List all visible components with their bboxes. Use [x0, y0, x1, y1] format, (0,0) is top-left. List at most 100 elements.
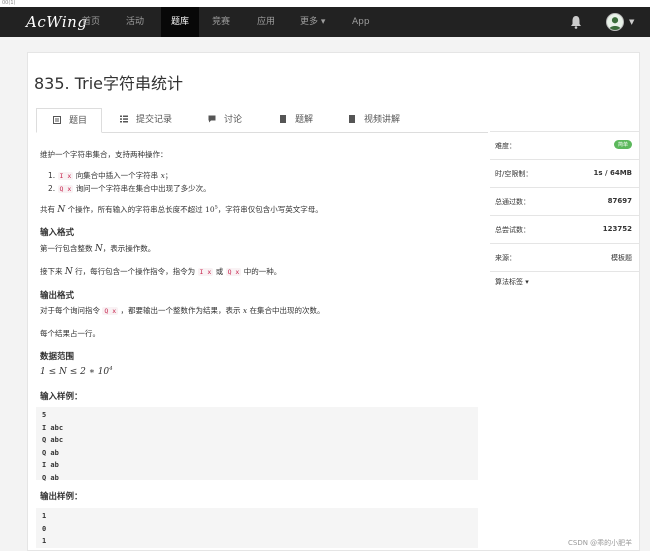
tab-label: 提交记录 — [136, 115, 173, 125]
total-constraint: 共有 N 个操作，所有输入的字符串总长度不超过 105，字符串仅包含小写英文字母… — [40, 204, 323, 216]
tab-video[interactable]: 视频讲解 — [348, 108, 400, 132]
text: ，表示操作数。 — [102, 244, 156, 253]
input-line-2: 接下来 N 行，每行包含一个操作指令，指令为 I x 或 Q x 中的一种。 — [40, 266, 281, 277]
text: 第一行包含整数 — [40, 244, 93, 253]
op-text: 询问一个字符串在集合中出现了多少次。 — [75, 184, 211, 193]
text: 对于每个询问指令 — [40, 306, 100, 315]
sidebar-row-difficulty: 难度： 简单 — [490, 131, 640, 158]
math-base: 10 — [205, 205, 215, 214]
tab-submissions[interactable]: 提交记录 — [120, 108, 172, 132]
code-line: Q ab — [42, 473, 59, 482]
text: 或 — [215, 267, 224, 276]
code-line: Q abc — [42, 436, 64, 444]
sidebar-label: 总尝试数： — [495, 226, 530, 234]
document-icon — [53, 116, 61, 124]
math-var: N — [64, 267, 73, 277]
sidebar-value: 1s / 64MB — [593, 169, 632, 177]
text: ，都要输出一个整数作为结果，表示 — [120, 306, 241, 315]
tab-discussion[interactable]: 讨论 — [208, 108, 242, 132]
tab-label: 视频讲解 — [364, 115, 401, 125]
page-title: 835. Trie字符串统计 — [34, 74, 184, 93]
tab-problem[interactable]: 题目 — [36, 108, 102, 133]
code-line: 1 — [42, 537, 47, 545]
sidebar-divider — [490, 271, 640, 272]
range-heading: 数据范围 — [40, 352, 75, 362]
output-line-2: 每个结果占一行。 — [40, 329, 100, 338]
input-heading: 输入格式 — [40, 228, 75, 238]
sidebar-label: 时/空限制： — [495, 170, 533, 178]
math-exponent: 4 — [109, 366, 113, 372]
range-expression: 1 ≤ N ≤ 2 ∗ 104 — [40, 366, 113, 377]
sidebar-row-tries: 总尝试数： 123752 — [490, 215, 640, 242]
text: 行，每行包含一个操作指令，指令为 — [75, 267, 196, 276]
input-line-1: 第一行包含整数 N，表示操作数。 — [40, 243, 155, 254]
comment-icon — [208, 115, 216, 123]
nav-problems[interactable]: 题库 — [161, 7, 200, 37]
output-line-1: 对于每个询问指令 Q x ，都要输出一个整数作为结果，表示 x 在集合中出现的次… — [40, 305, 325, 316]
code-line: I ab — [42, 461, 59, 469]
operation-query: 2. Q x 询问一个字符串在集合中出现了多少次。 — [48, 183, 211, 194]
code-inline: I x — [57, 172, 74, 180]
code-line: 5 — [42, 411, 47, 419]
code-inline: Q x — [102, 307, 119, 315]
nav-contest[interactable]: 竞赛 — [202, 7, 240, 37]
text: 中的一种。 — [243, 267, 282, 276]
sidebar-value: 模板题 — [611, 254, 632, 262]
tab-label: 题目 — [69, 116, 88, 126]
code-line: 0 — [42, 524, 47, 533]
avatar-image — [608, 17, 622, 30]
math-var: N — [57, 205, 66, 215]
video-icon — [349, 115, 355, 123]
top-strip: 00(1) — [0, 0, 650, 7]
operation-insert: 1. I x 向集合中插入一个字符串 x； — [48, 170, 172, 181]
text: 共有 — [40, 205, 55, 214]
code-inline: I x — [197, 268, 214, 276]
tab-label: 题解 — [295, 115, 314, 125]
text: 在集合中出现的次数。 — [249, 306, 325, 315]
algorithm-tags-toggle[interactable]: 算法标签 ▾ — [495, 277, 529, 287]
nav-more[interactable]: 更多 ▾ — [290, 7, 335, 37]
code-line: I abc — [42, 423, 64, 432]
sidebar-label: 来源： — [495, 254, 516, 262]
code-inline: Q x — [57, 185, 74, 193]
sample-input-block: 5 I abc Q abc Q ab I ab Q ab — [36, 407, 478, 482]
code-line: Q ab — [42, 448, 59, 457]
sidebar-value: 123752 — [602, 225, 632, 233]
sidebar-value: 87697 — [607, 197, 632, 205]
book-icon — [280, 115, 286, 123]
text: 个操作，所有输入的字符串总长度不超过 — [67, 205, 203, 214]
list-number: 2. — [48, 184, 56, 193]
math-expression: 1 ≤ N ≤ 2 ∗ 10 — [40, 367, 110, 377]
nav-app[interactable]: App — [342, 7, 380, 37]
nav-apps[interactable]: 应用 — [247, 7, 285, 37]
list-number: 1. — [48, 171, 56, 180]
bell-icon[interactable] — [570, 15, 582, 29]
problem-intro: 维护一个字符串集合，支持两种操作： — [40, 150, 168, 159]
sidebar-row-passed: 总通过数： 87697 — [490, 187, 640, 214]
code-inline: Q x — [225, 268, 242, 276]
sample-output-heading: 输出样例： — [40, 492, 83, 502]
watermark: CSDN @乖的小肥羊 — [568, 539, 633, 547]
math-var: x — [242, 306, 248, 315]
output-heading: 输出格式 — [40, 291, 75, 301]
difficulty-badge: 简单 — [613, 140, 632, 149]
math-var: N — [94, 244, 103, 254]
tab-solutions[interactable]: 题解 — [279, 108, 313, 132]
sample-output-block: 1 0 1 — [36, 508, 478, 548]
nav-activity[interactable]: 活动 — [116, 7, 154, 37]
nav-home[interactable]: 首页 — [72, 7, 110, 37]
op-text: 向集合中插入一个字符串 — [75, 171, 159, 180]
list-icon — [120, 115, 128, 123]
text: 接下来 — [40, 267, 63, 276]
tab-bar: 题目 提交记录 讨论 题解 视频讲解 — [36, 108, 488, 133]
sidebar-row-limit: 时/空限制： 1s / 64MB — [490, 159, 640, 186]
text: ，字符串仅包含小写英文字母。 — [217, 205, 323, 214]
sample-input-heading: 输入样例： — [40, 392, 83, 402]
sidebar-label: 难度： — [495, 142, 516, 150]
chevron-down-icon[interactable]: ▼ — [629, 18, 634, 26]
code-line: 1 — [42, 512, 47, 520]
sidebar-row-source: 来源： 模板题 — [490, 243, 640, 270]
avatar[interactable] — [606, 13, 624, 31]
op-end: ； — [164, 171, 173, 180]
sidebar-label: 总通过数： — [495, 198, 530, 206]
